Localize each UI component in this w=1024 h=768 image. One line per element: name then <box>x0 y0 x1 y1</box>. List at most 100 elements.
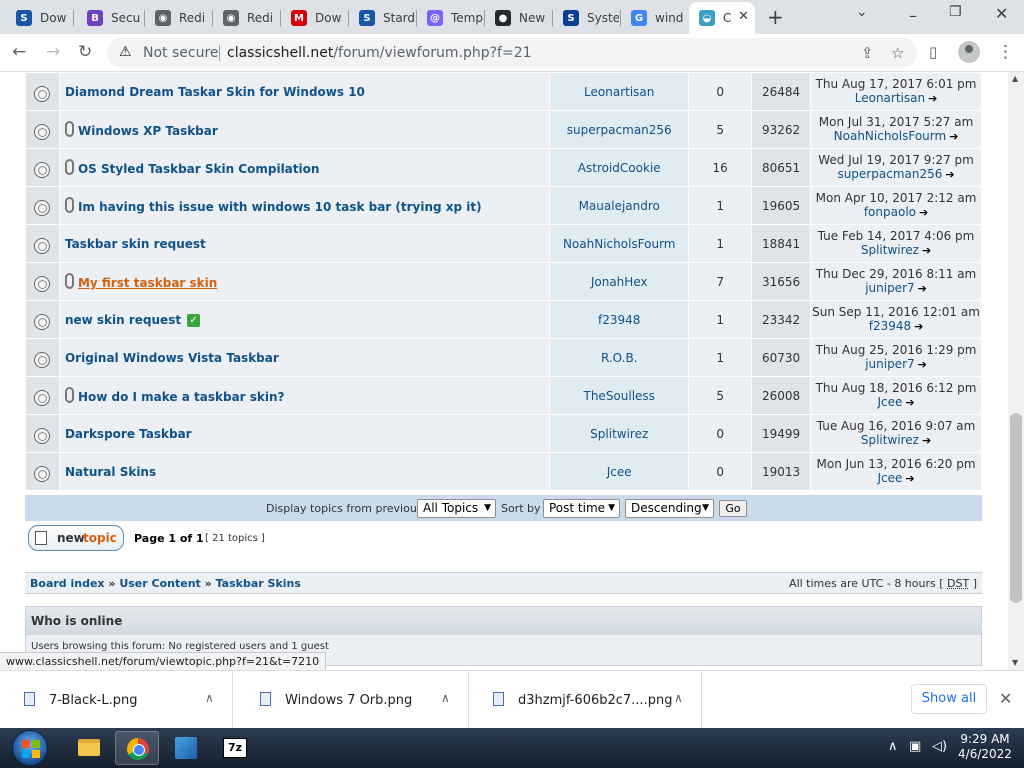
goto-last-post-icon[interactable]: ➔ <box>905 472 914 486</box>
browser-tab[interactable]: ◉ Redi <box>213 4 279 32</box>
browser-tab[interactable]: ● New <box>485 4 551 32</box>
goto-last-post-icon[interactable]: ➔ <box>928 92 937 106</box>
breadcrumb-user-content[interactable]: User Content <box>119 577 200 590</box>
not-secure-label[interactable]: Not secure <box>143 45 219 61</box>
address-bar[interactable]: ⚠ Not secure classicshell.net/forum/view… <box>107 38 917 68</box>
last-post-user[interactable]: Splitwirez <box>861 243 919 257</box>
go-button[interactable]: Go <box>719 500 747 517</box>
topic-author[interactable]: Maualejandro <box>549 186 690 225</box>
topic-author[interactable]: Jcee <box>549 452 690 491</box>
tab-search-chevron-icon[interactable]: ⌄ <box>856 4 868 20</box>
show-all-button[interactable]: Show all <box>911 684 987 714</box>
last-post-user[interactable]: f23948 <box>869 319 911 333</box>
last-post-user[interactable]: fonpaolo <box>864 205 916 219</box>
topic-author[interactable]: JonahHex <box>549 262 690 301</box>
url-text[interactable]: classicshell.net/forum/viewforum.php?f=2… <box>227 45 532 61</box>
new-topic-button[interactable]: new topic <box>28 525 124 551</box>
network-icon[interactable]: ▣ <box>909 739 921 754</box>
last-post-user[interactable]: Jcee <box>877 471 902 485</box>
chevron-up-icon[interactable]: ∧ <box>674 691 683 705</box>
last-post-user[interactable]: NoahNicholsFourm <box>834 129 947 143</box>
last-post-user[interactable]: juniper7 <box>865 357 914 371</box>
topic-title-link[interactable]: Natural Skins <box>65 465 156 479</box>
last-post-user[interactable]: Splitwirez <box>861 433 919 447</box>
window-close-icon[interactable]: ✕ <box>995 4 1008 23</box>
scroll-down-arrow-icon[interactable]: ▼ <box>1012 658 1018 667</box>
tray-chevron-up-icon[interactable]: ∧ <box>888 739 898 754</box>
goto-last-post-icon[interactable]: ➔ <box>949 130 958 144</box>
goto-last-post-icon[interactable]: ➔ <box>918 358 927 372</box>
browser-tab[interactable]: ◉ Redi <box>145 4 211 32</box>
topic-author[interactable]: Leonartisan <box>549 72 690 111</box>
breadcrumb-board-index[interactable]: Board index <box>30 577 105 590</box>
topic-title-link[interactable]: Diamond Dream Taskar Skin for Windows 10 <box>65 85 365 99</box>
chevron-up-icon[interactable]: ∧ <box>205 691 214 705</box>
warning-triangle-icon[interactable]: ⚠ <box>119 44 132 60</box>
goto-last-post-icon[interactable]: ➔ <box>914 320 923 334</box>
scrollbar-thumb[interactable] <box>1010 413 1022 603</box>
goto-last-post-icon[interactable]: ➔ <box>918 282 927 296</box>
goto-last-post-icon[interactable]: ➔ <box>922 434 931 448</box>
taskbar-control-panel[interactable] <box>164 731 208 765</box>
topic-title-link[interactable]: Windows XP Taskbar <box>78 124 218 138</box>
profile-avatar-icon[interactable] <box>958 41 980 63</box>
browser-tab[interactable]: M Dow <box>281 4 347 32</box>
display-from-select[interactable]: All Topics ▼ <box>417 499 496 518</box>
tab-close-icon[interactable]: ✕ <box>738 9 749 24</box>
close-icon[interactable]: ✕ <box>999 689 1012 708</box>
last-post-user[interactable]: Jcee <box>877 395 902 409</box>
goto-last-post-icon[interactable]: ➔ <box>919 206 928 220</box>
browser-tab[interactable]: S Syste <box>553 4 619 32</box>
volume-icon[interactable]: ◁) <box>932 739 947 754</box>
minimize-icon[interactable]: – <box>909 6 917 25</box>
bookmark-star-icon[interactable]: ☆ <box>891 44 904 62</box>
sort-order-select[interactable]: Descending ▼ <box>625 499 714 518</box>
topic-author[interactable]: R.O.B. <box>549 338 690 377</box>
topic-title-link[interactable]: OS Styled Taskbar Skin Compilation <box>78 162 319 176</box>
download-item[interactable]: d3hzmjf-606b2c7....png ∧ <box>469 671 702 729</box>
topic-title-link[interactable]: new skin request <box>65 313 181 327</box>
share-icon[interactable]: ⇪ <box>861 44 874 62</box>
topic-title-link[interactable]: Original Windows Vista Taskbar <box>65 351 279 365</box>
topic-author[interactable]: NoahNicholsFourm <box>549 224 690 263</box>
taskbar-7zip[interactable]: 7z <box>213 731 257 765</box>
system-clock[interactable]: 9:29 AM 4/6/2022 <box>950 732 1020 762</box>
browser-tab[interactable]: S Stard <box>349 4 415 32</box>
topic-author[interactable]: f23948 <box>549 300 690 339</box>
topic-title-link[interactable]: Darkspore Taskbar <box>65 427 192 441</box>
reload-icon[interactable]: ↻ <box>78 42 92 62</box>
sort-by-select[interactable]: Post time ▼ <box>543 499 620 518</box>
topic-author[interactable]: superpacman256 <box>549 110 690 149</box>
last-post-user[interactable]: juniper7 <box>865 281 914 295</box>
download-item[interactable]: Windows 7 Orb.png ∧ <box>236 671 469 729</box>
download-item[interactable]: 7-Black-L.png ∧ <box>0 671 233 729</box>
browser-tab[interactable]: Gwind <box>621 4 687 32</box>
chevron-up-icon[interactable]: ∧ <box>441 691 450 705</box>
taskbar-explorer[interactable] <box>66 731 110 765</box>
browser-tab[interactable]: B Secu <box>77 4 143 32</box>
side-panel-icon[interactable]: ▯ <box>929 43 937 61</box>
goto-last-post-icon[interactable]: ➔ <box>905 396 914 410</box>
last-post-user[interactable]: superpacman256 <box>837 167 942 181</box>
browser-tab[interactable]: S Dow <box>6 4 72 32</box>
goto-last-post-icon[interactable]: ➔ <box>922 244 931 258</box>
topic-title-link[interactable]: Im having this issue with windows 10 tas… <box>78 200 482 214</box>
topic-title-link[interactable]: Taskbar skin request <box>65 237 206 251</box>
browser-tab[interactable]: @ Temp <box>417 4 483 32</box>
last-post-user[interactable]: Leonartisan <box>855 91 925 105</box>
topic-title-link[interactable]: My first taskbar skin <box>78 276 217 290</box>
menu-kebab-icon[interactable]: ⋮ <box>997 42 1014 62</box>
start-orb-icon[interactable] <box>12 730 48 766</box>
topic-author[interactable]: TheSoulless <box>549 376 690 415</box>
breadcrumb-taskbar-skins[interactable]: Taskbar Skins <box>216 577 301 590</box>
topic-author[interactable]: AstroidCookie <box>549 148 690 187</box>
new-tab-plus-icon[interactable]: + <box>767 5 784 29</box>
forward-arrow-icon[interactable]: → <box>46 42 60 62</box>
topic-title-link[interactable]: How do I make a taskbar skin? <box>78 390 285 404</box>
goto-last-post-icon[interactable]: ➔ <box>945 168 954 182</box>
back-arrow-icon[interactable]: ← <box>12 42 26 62</box>
topic-author[interactable]: Splitwirez <box>549 414 690 453</box>
browser-tab[interactable]: ◒ C ✕ <box>689 2 755 34</box>
restore-icon[interactable]: ❐ <box>949 4 962 20</box>
taskbar-chrome[interactable] <box>115 731 159 765</box>
